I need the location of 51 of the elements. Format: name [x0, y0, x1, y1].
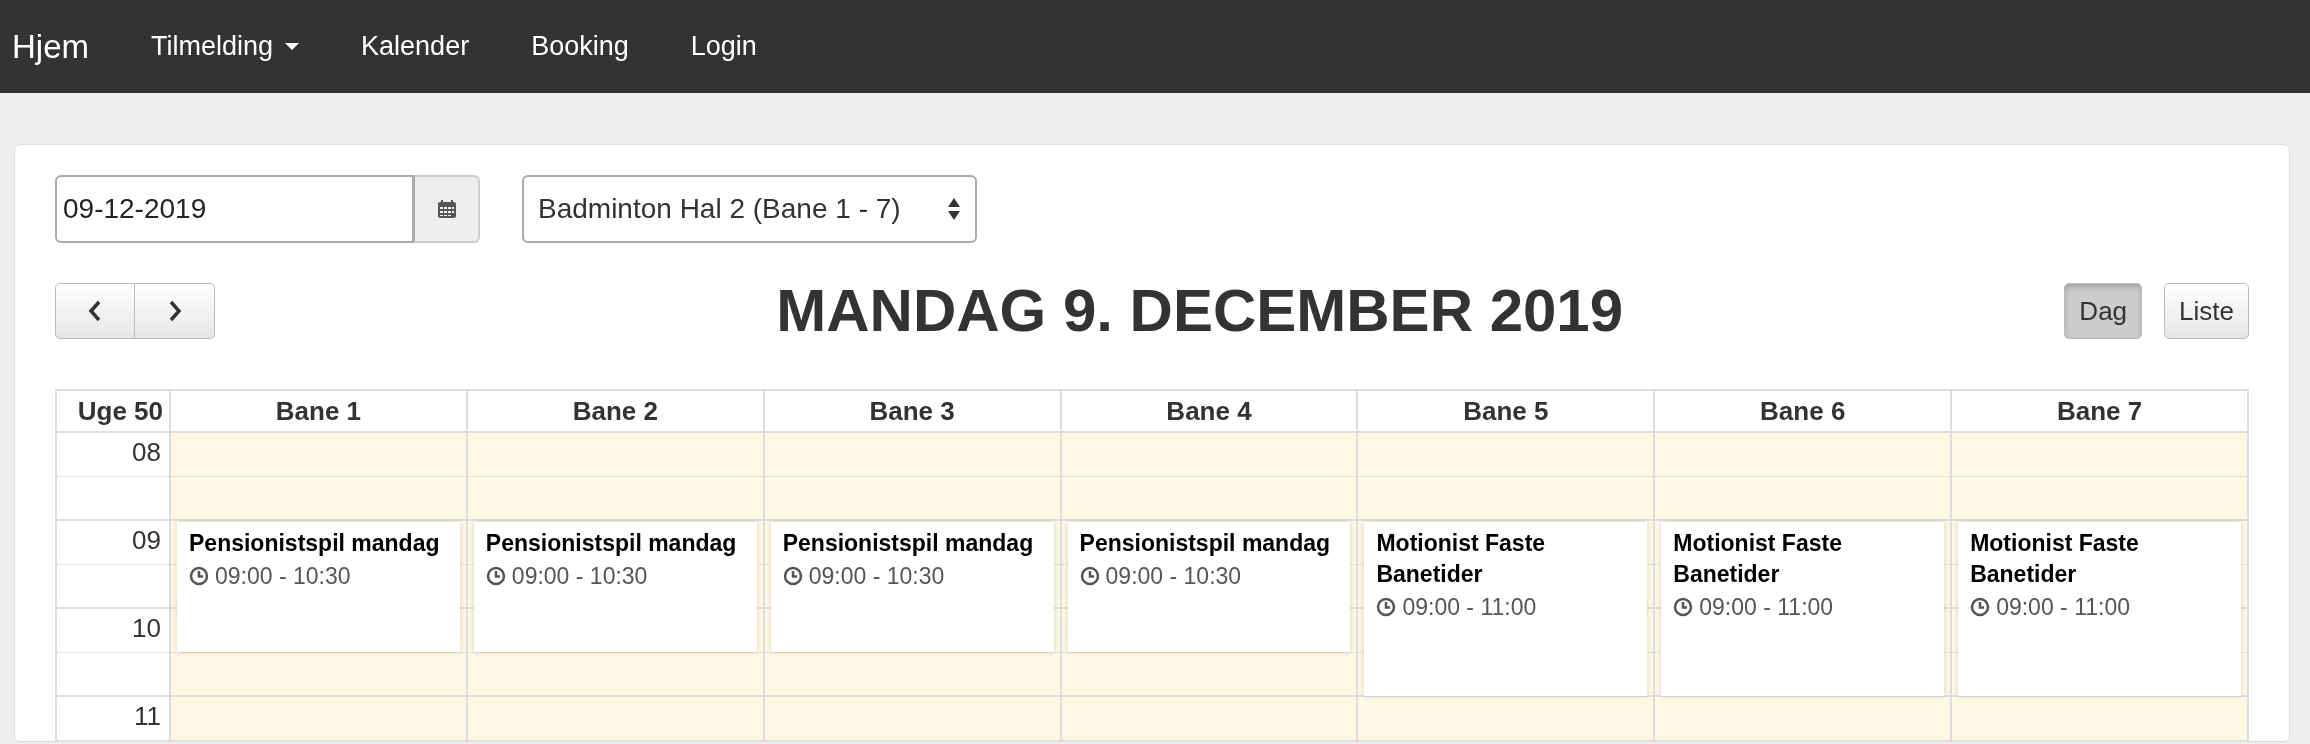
- event-title: Motionist Faste Banetider: [1376, 529, 1547, 589]
- event-time: 09:00 - 11:00: [1699, 593, 1834, 622]
- nav-link[interactable]: Tilmelding: [151, 26, 300, 67]
- date-field[interactable]: 09-12-2019: [55, 175, 415, 243]
- event-title: Pensionistspil mandag: [485, 529, 738, 558]
- nav-link[interactable]: Booking: [531, 26, 629, 67]
- event-block[interactable]: Pensionistspil mandag 09:00 - 10:30: [770, 522, 1054, 652]
- chevron-left-icon: [88, 300, 102, 322]
- view-button[interactable]: Liste: [2164, 283, 2249, 339]
- event-block[interactable]: Motionist Faste Banetider 09:00 - 11:00: [1364, 522, 1648, 696]
- hall-select[interactable]: Badminton Hal 2 (Bane 1 - 7): [522, 175, 977, 243]
- week-number: Uge 50: [57, 391, 169, 433]
- next-button[interactable]: [135, 283, 215, 339]
- event-title: Pensionistspil mandag: [189, 529, 441, 558]
- caret-icon: [285, 43, 300, 50]
- clock-icon: [1673, 597, 1694, 618]
- event-time: 09:00 - 11:00: [1402, 593, 1537, 622]
- event-title: Pensionistspil mandag: [782, 529, 1035, 558]
- event-time: 09:00 - 10:30: [511, 562, 648, 591]
- hour-label: 08: [132, 437, 161, 467]
- event-block[interactable]: Pensionistspil mandag 09:00 - 10:30: [177, 522, 460, 652]
- calendar-button[interactable]: [414, 175, 480, 243]
- nav-link[interactable]: Login: [690, 26, 757, 67]
- clock-icon: [485, 566, 506, 587]
- chevron-right-icon: [167, 300, 182, 322]
- clock-icon: [1970, 597, 1991, 618]
- hour-label: 10: [132, 613, 161, 643]
- event-block[interactable]: Motionist Faste Banetider 09:00 - 11:00: [1958, 522, 2241, 696]
- view-button[interactable]: Dag: [2064, 283, 2143, 339]
- event-time: 09:00 - 11:00: [1996, 593, 2130, 622]
- clock-icon: [782, 566, 803, 587]
- event-title: Pensionistspil mandag: [1079, 529, 1332, 558]
- event-time: 09:00 - 10:30: [1105, 562, 1242, 591]
- event-block[interactable]: Motionist Faste Banetider 09:00 - 11:00: [1661, 522, 1945, 696]
- event-title: Motionist Faste Banetider: [1970, 529, 2140, 589]
- previous-button[interactable]: [55, 283, 135, 339]
- hour-label: 11: [134, 701, 161, 731]
- event-block[interactable]: Pensionistspil mandag 09:00 - 10:30: [473, 522, 757, 652]
- event-title: Motionist Faste Banetider: [1673, 529, 1843, 589]
- brand-link[interactable]: Hjem: [12, 21, 89, 72]
- clock-icon: [189, 566, 209, 587]
- event-time: 09:00 - 10:30: [215, 562, 351, 591]
- event-time: 09:00 - 10:30: [808, 562, 945, 591]
- hour-label: 09: [132, 525, 161, 555]
- event-block[interactable]: Pensionistspil mandag 09:00 - 10:30: [1067, 522, 1351, 652]
- calendar-title: MANDAG 9. DECEMBER 2019: [776, 276, 1624, 346]
- clock-icon: [1376, 597, 1397, 618]
- select-arrows-icon: [947, 196, 961, 222]
- nav-link[interactable]: Kalender: [361, 26, 470, 67]
- clock-icon: [1079, 566, 1100, 587]
- calendar-icon: [436, 199, 457, 219]
